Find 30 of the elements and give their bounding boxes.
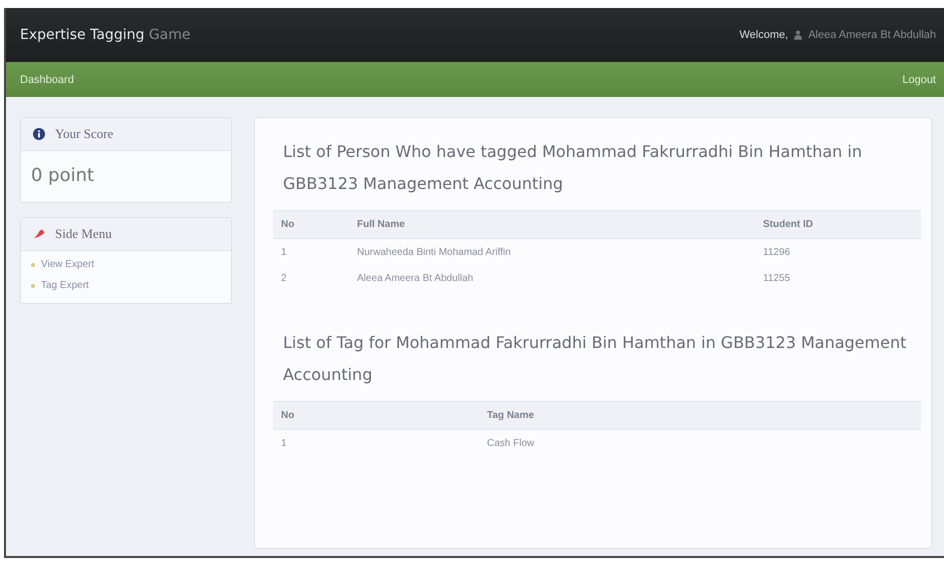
side-menu-link[interactable]: Tag Expert xyxy=(41,280,89,291)
column-header: Student ID xyxy=(755,210,921,238)
column-header: Full Name xyxy=(349,210,755,238)
welcome-text: Welcome, xyxy=(739,29,788,41)
panel-title: Your Score xyxy=(55,126,114,142)
table-cell: 11296 xyxy=(755,238,921,265)
bullet-icon xyxy=(31,284,35,288)
side-menu-link[interactable]: View Expert xyxy=(41,259,94,270)
table-cell-text: 11255 xyxy=(762,272,792,286)
bullet-icon xyxy=(31,262,35,266)
table-cell: 1 xyxy=(273,430,479,456)
column-header: No xyxy=(273,402,479,430)
table-cell: Nurwaheeda Binti Mohamad Ariffin xyxy=(349,238,755,265)
user-icon xyxy=(794,30,802,40)
table-cell: 1 xyxy=(273,238,349,265)
section-heading: List of Tag for Mohammad Fakrurradhi Bin Hamthan in GBB3123 Management Accounting xyxy=(283,332,908,386)
column-header: No xyxy=(273,210,349,238)
score-value: 0 point xyxy=(30,164,96,188)
table-cell: Cash Flow xyxy=(479,430,921,456)
section-heading: List of Person Who have tagged Mohammad Fakrurradhi Bin Hamthan in GBB3123 Management Accounting xyxy=(283,141,863,195)
logout-link[interactable]: Logout xyxy=(902,74,936,86)
dashboard-link[interactable]: Dashboard xyxy=(20,74,74,86)
app-brand[interactable]: Expertise Tagging Game xyxy=(20,27,190,43)
user-name-link[interactable]: Aleea Ameera Bt Abdullah xyxy=(808,29,936,41)
table-cell-text: Aleea Ameera Bt Abdullah xyxy=(356,272,474,286)
info-icon xyxy=(33,128,45,140)
pin-icon xyxy=(33,228,45,240)
column-header: Tag Name xyxy=(479,402,921,430)
table-cell-text: 2 xyxy=(280,272,288,286)
panel-title: Side Menu xyxy=(55,226,112,242)
